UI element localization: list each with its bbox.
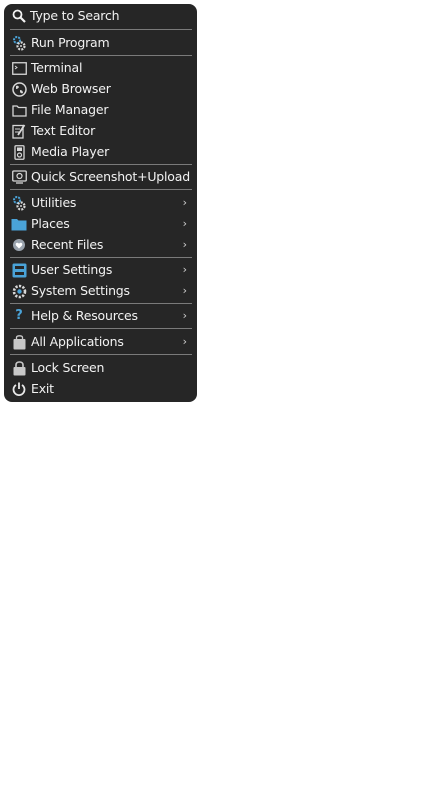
application-menu: Type to Search Run Program Terminal Web …	[4, 4, 197, 402]
all-applications-label: All Applications	[31, 334, 124, 349]
separator	[10, 164, 192, 165]
search-icon	[11, 8, 27, 24]
gears-icon	[11, 35, 27, 51]
separator	[10, 55, 192, 56]
lock-screen-label: Lock Screen	[31, 360, 105, 375]
terminal-item[interactable]: Terminal	[4, 58, 197, 78]
chevron-right-icon: ›	[182, 238, 187, 251]
user-settings-item[interactable]: User Settings ›	[4, 260, 197, 280]
places-label: Places	[31, 216, 70, 231]
utilities-label: Utilities	[31, 195, 77, 210]
separator	[10, 257, 192, 258]
user-settings-label: User Settings	[31, 262, 113, 277]
all-applications-item[interactable]: All Applications ›	[4, 332, 197, 352]
web-browser-label: Web Browser	[31, 81, 111, 96]
user-settings-icon	[11, 262, 27, 278]
screenshot-icon	[11, 169, 27, 185]
help-resources-label: Help & Resources	[31, 308, 138, 323]
quick-screenshot-item[interactable]: Quick Screenshot+Upload	[4, 167, 197, 187]
shopping-bag-icon	[11, 334, 27, 350]
file-manager-label: File Manager	[31, 102, 109, 117]
system-settings-item[interactable]: System Settings ›	[4, 281, 197, 301]
run-program-item[interactable]: Run Program	[4, 33, 197, 53]
exit-item[interactable]: Exit	[4, 379, 197, 399]
chevron-right-icon: ›	[182, 335, 187, 348]
chevron-right-icon: ›	[182, 284, 187, 297]
power-icon	[11, 381, 27, 397]
folder-icon	[11, 216, 27, 232]
recent-files-label: Recent Files	[31, 237, 104, 252]
text-editor-label: Text Editor	[31, 123, 96, 138]
lock-screen-item[interactable]: Lock Screen	[4, 358, 197, 378]
text-editor-item[interactable]: Text Editor	[4, 121, 197, 141]
globe-icon	[11, 81, 27, 97]
separator	[10, 303, 192, 304]
exit-label: Exit	[31, 381, 54, 396]
terminal-label: Terminal	[31, 60, 83, 75]
gears-icon	[11, 195, 27, 211]
separator	[10, 328, 192, 329]
utilities-item[interactable]: Utilities ›	[4, 193, 197, 213]
terminal-icon	[11, 60, 27, 76]
search-label: Type to Search	[30, 8, 120, 23]
recent-files-item[interactable]: Recent Files ›	[4, 235, 197, 255]
chevron-right-icon: ›	[182, 309, 187, 322]
web-browser-item[interactable]: Web Browser	[4, 79, 197, 99]
chevron-right-icon: ›	[182, 196, 187, 209]
run-program-label: Run Program	[31, 35, 110, 50]
separator	[10, 189, 192, 190]
media-player-label: Media Player	[31, 144, 110, 159]
lock-icon	[11, 360, 27, 376]
search-item[interactable]: Type to Search	[4, 6, 197, 26]
media-player-item[interactable]: Media Player	[4, 142, 197, 162]
folder-outline-icon	[11, 102, 27, 118]
places-item[interactable]: Places ›	[4, 214, 197, 234]
system-settings-icon	[11, 283, 27, 299]
help-resources-item[interactable]: ? Help & Resources ›	[4, 306, 197, 326]
system-settings-label: System Settings	[31, 283, 130, 298]
question-icon: ?	[15, 308, 23, 323]
chevron-right-icon: ›	[182, 263, 187, 276]
media-player-icon	[11, 144, 27, 160]
separator	[10, 29, 192, 30]
separator	[10, 354, 192, 355]
heart-icon	[11, 237, 27, 253]
quick-screenshot-label: Quick Screenshot+Upload	[31, 169, 190, 184]
file-manager-item[interactable]: File Manager	[4, 100, 197, 120]
chevron-right-icon: ›	[182, 217, 187, 230]
text-editor-icon	[11, 123, 27, 139]
